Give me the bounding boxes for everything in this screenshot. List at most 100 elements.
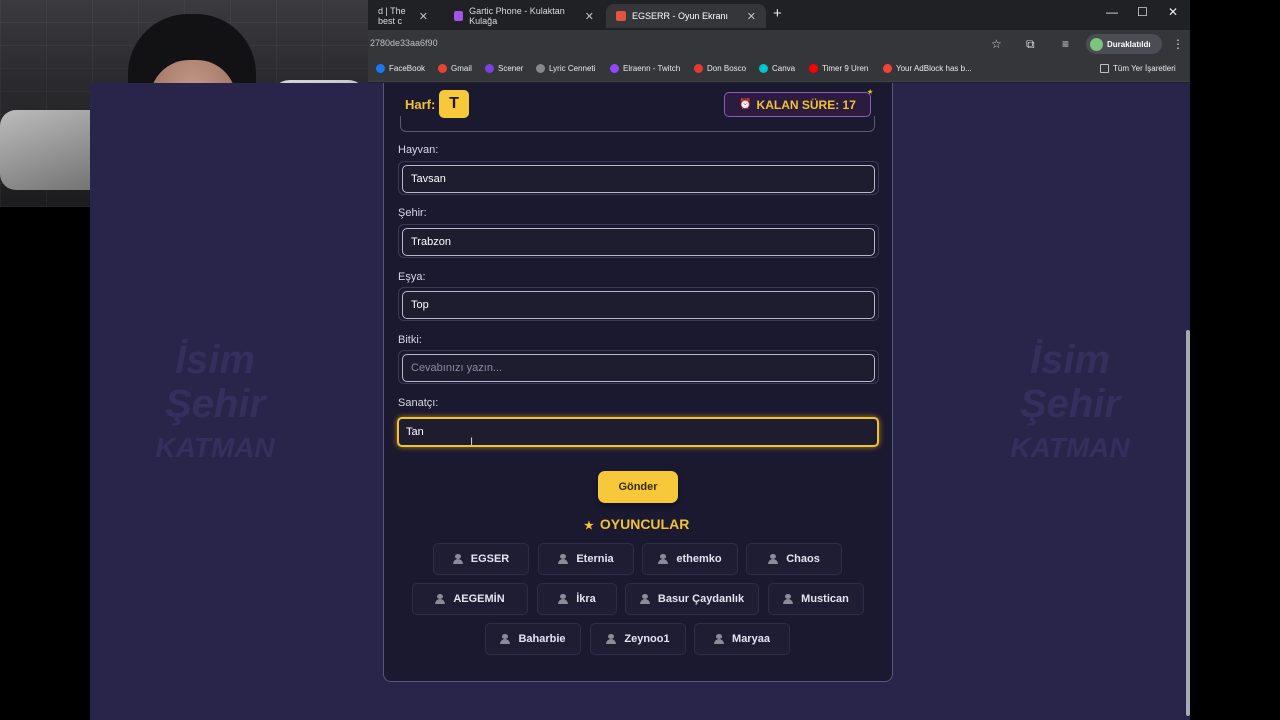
bookmark-donbosco[interactable]: Don Bosco bbox=[694, 64, 746, 73]
player-name: Maryaa bbox=[732, 633, 770, 645]
donbosco-icon bbox=[694, 64, 703, 73]
facebook-icon bbox=[376, 64, 385, 73]
user-icon bbox=[558, 594, 569, 604]
field-label-sanatci: Sanatçı: bbox=[398, 397, 439, 409]
logo-word: KATMAN bbox=[155, 432, 275, 463]
players-heading: ★ OYUNCULAR bbox=[584, 516, 689, 532]
extensions-icon[interactable]: ⧉ bbox=[1026, 37, 1035, 52]
alarm-clock-icon: ⏰ bbox=[739, 99, 752, 110]
player-card[interactable]: İkra bbox=[537, 583, 617, 615]
bookmark-scener[interactable]: Scener bbox=[485, 64, 523, 73]
user-icon bbox=[558, 554, 569, 564]
player-name: AEGEMİN bbox=[453, 593, 505, 605]
adblock-icon bbox=[883, 64, 892, 73]
user-icon bbox=[783, 594, 794, 604]
player-card[interactable]: Zeynoo1 bbox=[590, 623, 686, 655]
player-card[interactable]: AEGEMİN bbox=[412, 583, 528, 615]
page-scrollbar[interactable] bbox=[1186, 330, 1190, 716]
bitki-input[interactable] bbox=[402, 354, 875, 382]
tab-title: Gartic Phone - Kulaktan Kulağa bbox=[469, 6, 565, 26]
profile-label: Duraklatıldı bbox=[1107, 39, 1151, 49]
bookmark-canva[interactable]: Canva bbox=[759, 64, 795, 73]
player-name: İkra bbox=[576, 593, 596, 605]
lyric-icon bbox=[536, 64, 545, 73]
field-label-sehir: Şehir: bbox=[398, 207, 427, 219]
bookmark-label: Canva bbox=[772, 64, 796, 73]
text-cursor-icon: I bbox=[470, 436, 474, 448]
bookmark-label: Gmail bbox=[451, 64, 472, 73]
new-tab-icon[interactable]: + bbox=[773, 5, 782, 22]
player-card[interactable]: ethemko bbox=[642, 543, 738, 575]
player-card[interactable]: Baharbie bbox=[485, 623, 581, 655]
folder-icon bbox=[1100, 64, 1109, 73]
tab-bar: d | The best c ✕ Gartic Phone - Kulaktan… bbox=[368, 0, 1190, 28]
youtube-icon bbox=[809, 64, 818, 73]
bookmark-twitch[interactable]: Elraenn - Twitch bbox=[610, 64, 680, 73]
hayvan-input[interactable] bbox=[402, 165, 875, 193]
previous-field-edge bbox=[400, 116, 875, 132]
player-name: Baharbie bbox=[518, 633, 566, 645]
player-card[interactable]: Maryaa bbox=[694, 623, 790, 655]
tab-title: d | The best c bbox=[378, 6, 406, 26]
player-name: Mustican bbox=[801, 593, 849, 605]
star-icon: ★ bbox=[584, 520, 594, 532]
tab-1[interactable]: d | The best c ✕ bbox=[368, 4, 438, 28]
bookmark-facebook[interactable]: FaceBook bbox=[376, 64, 425, 73]
tab-3-active[interactable]: EGSERR - Oyun Ekranı ✕ bbox=[606, 4, 766, 28]
screen: d | The best c ✕ Gartic Phone - Kulaktan… bbox=[0, 0, 1280, 720]
background-logo-right: İsim Şehir KATMAN bbox=[1000, 338, 1140, 470]
close-icon[interactable]: ✕ bbox=[585, 10, 594, 23]
letter-label: Harf: bbox=[405, 97, 436, 112]
sehir-input[interactable] bbox=[402, 228, 875, 256]
bookmark-label: Scener bbox=[498, 64, 524, 73]
logo-word: KATMAN bbox=[1010, 432, 1130, 463]
canva-icon bbox=[759, 64, 768, 73]
player-name: Zeynoo1 bbox=[624, 633, 670, 645]
address-bar: 2780de33aa6f90 ☆ ⧉ ≡ Duraklatıldı ⋮ bbox=[368, 30, 1190, 58]
player-name: Basur Çaydanlık bbox=[657, 593, 745, 605]
player-card[interactable]: Eternia bbox=[538, 543, 634, 575]
user-icon bbox=[639, 594, 650, 604]
bookmark-label: FaceBook bbox=[389, 64, 426, 73]
all-bookmarks[interactable]: Tüm Yer İşaretleri bbox=[1100, 64, 1176, 73]
player-card[interactable]: Mustican bbox=[768, 583, 864, 615]
bookmark-gmail[interactable]: Gmail bbox=[438, 64, 472, 73]
bookmark-label: Don Bosco bbox=[707, 64, 747, 73]
bookmark-adblock[interactable]: Your AdBlock has b... bbox=[883, 64, 972, 73]
field-label-bitki: Bitki: bbox=[398, 334, 422, 346]
player-card[interactable]: EGSER bbox=[433, 543, 529, 575]
bookmark-label: Lyric Cenneti bbox=[549, 64, 596, 73]
players-title-text: OYUNCULAR bbox=[599, 516, 690, 532]
bookmark-label: Tüm Yer İşaretleri bbox=[1113, 64, 1176, 73]
avatar bbox=[1090, 37, 1103, 51]
player-name: Chaos bbox=[786, 553, 820, 565]
profile-button[interactable]: Duraklatıldı bbox=[1086, 34, 1162, 54]
star-bookmark-icon[interactable]: ☆ bbox=[991, 37, 1002, 51]
logo-word: İsim bbox=[1029, 338, 1111, 382]
submit-button[interactable]: Gönder bbox=[598, 471, 678, 503]
close-window-icon[interactable]: ✕ bbox=[1168, 5, 1178, 19]
media-icon[interactable]: ≡ bbox=[1062, 37, 1069, 51]
bookmark-lyric[interactable]: Lyric Cenneti bbox=[536, 64, 595, 73]
tab-2[interactable]: Gartic Phone - Kulaktan Kulağa ✕ bbox=[444, 4, 604, 28]
url-text[interactable]: 2780de33aa6f90 bbox=[370, 38, 438, 48]
bookmark-label: Your AdBlock has b... bbox=[896, 64, 972, 73]
user-icon bbox=[435, 594, 446, 604]
user-icon bbox=[500, 634, 511, 644]
bookmark-timer[interactable]: Timer 9 Uren bbox=[809, 64, 868, 73]
close-icon[interactable]: ✕ bbox=[747, 10, 756, 23]
close-icon[interactable]: ✕ bbox=[419, 10, 428, 23]
maximize-icon[interactable]: ☐ bbox=[1137, 5, 1148, 19]
esya-input[interactable] bbox=[402, 291, 875, 319]
user-icon bbox=[606, 634, 617, 644]
player-card[interactable]: Chaos bbox=[746, 543, 842, 575]
browser-chrome: d | The best c ✕ Gartic Phone - Kulaktan… bbox=[368, 0, 1190, 83]
menu-icon[interactable]: ⋮ bbox=[1172, 37, 1184, 51]
timer-text: KALAN SÜRE: 17 bbox=[756, 97, 856, 112]
background-logo-left: İsim Şehir KATMAN bbox=[145, 338, 285, 470]
player-card[interactable]: Basur Çaydanlık bbox=[625, 583, 759, 615]
sparkle-icon: ★ bbox=[867, 89, 874, 96]
bookmark-label: Timer 9 Uren bbox=[822, 64, 869, 73]
user-icon bbox=[658, 554, 669, 564]
minimize-icon[interactable]: — bbox=[1106, 5, 1118, 19]
